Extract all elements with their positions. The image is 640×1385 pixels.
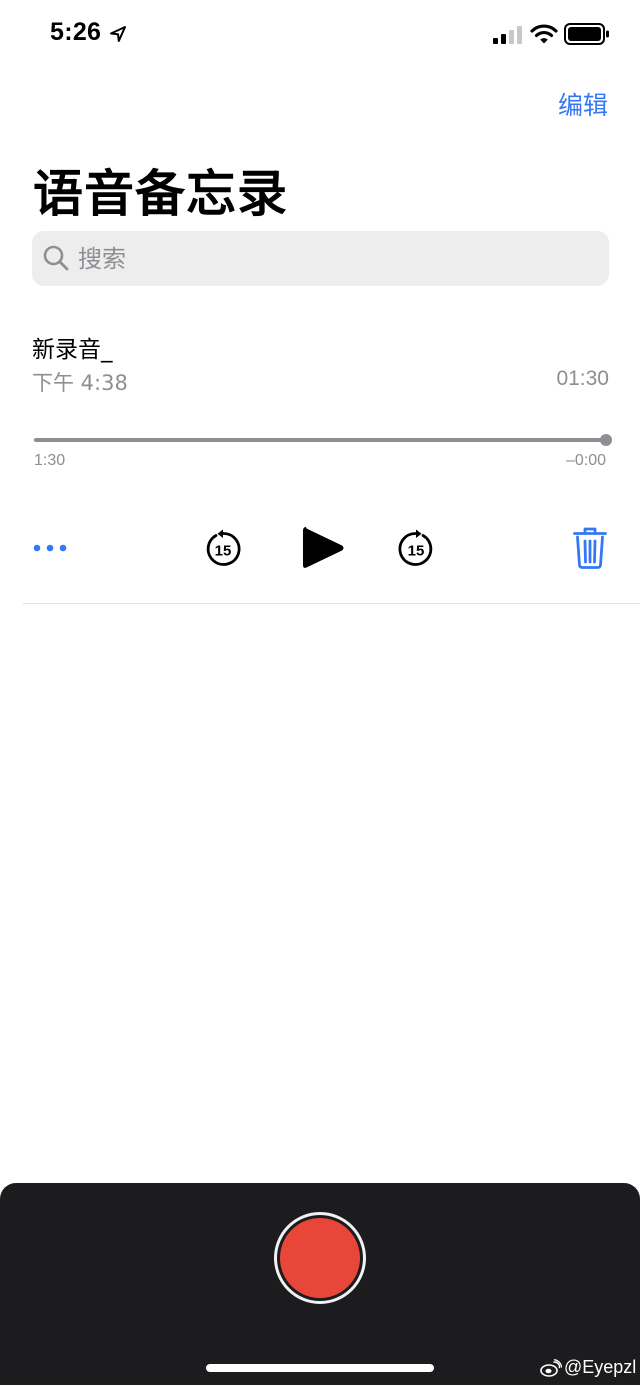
play-icon xyxy=(303,527,344,568)
delete-button[interactable] xyxy=(572,526,608,570)
record-button[interactable] xyxy=(274,1212,366,1304)
home-indicator[interactable] xyxy=(206,1364,434,1372)
more-options-button[interactable] xyxy=(32,538,68,558)
battery-icon xyxy=(564,23,609,45)
wifi-icon xyxy=(530,24,558,44)
elapsed-time: 1:30 xyxy=(34,452,66,469)
record-dot-icon xyxy=(280,1218,360,1298)
play-button[interactable] xyxy=(300,524,346,572)
search-bar[interactable] xyxy=(32,231,609,286)
page-title: 语音备忘录 xyxy=(33,165,288,223)
location-arrow-icon xyxy=(110,26,126,42)
status-time: 5:26 xyxy=(50,18,102,46)
search-input[interactable] xyxy=(78,231,578,286)
scrubber-handle[interactable] xyxy=(600,434,612,446)
edit-button[interactable]: 编辑 xyxy=(558,86,608,122)
scrubber-progress xyxy=(34,438,606,442)
ellipsis-icon xyxy=(33,544,67,552)
search-icon xyxy=(43,245,69,271)
recording-title[interactable]: 新录音_ xyxy=(32,330,113,364)
skip-back-label: 15 xyxy=(215,543,232,560)
skip-forward-15-button[interactable]: 15 xyxy=(396,529,436,569)
recording-duration: 01:30 xyxy=(556,367,609,390)
trash-icon xyxy=(573,527,607,569)
remaining-time: –0:00 xyxy=(565,452,606,469)
weibo-logo-icon xyxy=(540,1358,562,1377)
skip-back-15-button[interactable]: 15 xyxy=(203,529,243,569)
recording-date: 下午 4:38 xyxy=(32,371,128,395)
skip-forward-label: 15 xyxy=(408,543,425,560)
playback-scrubber[interactable] xyxy=(34,434,612,446)
divider xyxy=(23,603,640,604)
watermark: @Eyepzl xyxy=(540,1357,636,1378)
cellular-signal-icon xyxy=(493,26,522,44)
watermark-text: @Eyepzl xyxy=(564,1357,637,1377)
